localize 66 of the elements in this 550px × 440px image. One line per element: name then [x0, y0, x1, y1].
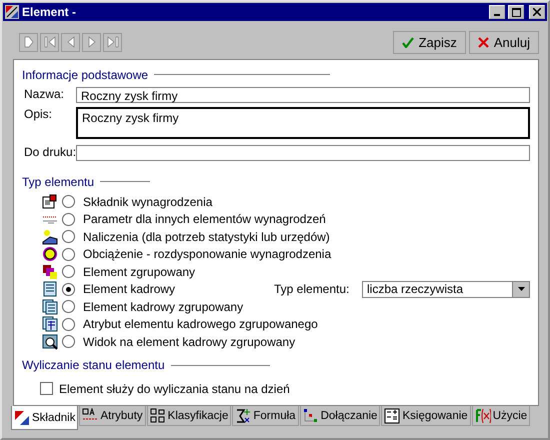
radio-button[interactable] — [62, 212, 75, 226]
radio-label[interactable]: Widok na element kadrowy zgrupowany — [83, 334, 530, 349]
tab[interactable]: Dołączanie — [300, 406, 380, 426]
close-icon — [533, 8, 541, 16]
radio-button[interactable] — [62, 265, 75, 278]
checkbox[interactable] — [40, 382, 53, 395]
maximize-icon — [512, 8, 520, 16]
element-type-icon — [42, 298, 58, 315]
radio-button[interactable] — [62, 195, 75, 208]
checkbox-label[interactable]: Element służy do wyliczania stanu na dzień — [59, 382, 290, 396]
radio-button[interactable] — [62, 335, 75, 348]
app-icon — [5, 5, 19, 19]
tab-icon — [302, 408, 319, 424]
cross-icon — [478, 36, 489, 48]
element-type-icon — [42, 334, 58, 350]
cancel-button[interactable]: Anuluj — [468, 30, 539, 54]
radio-label[interactable]: Element kadrowy zgrupowany — [83, 300, 530, 314]
nav-arrow-icon — [104, 34, 120, 50]
maximize-button[interactable] — [508, 5, 524, 19]
field-label: Typ elementu: — [274, 282, 350, 296]
element-type-icon — [42, 194, 58, 210]
tab[interactable]: Klasyfikacje — [146, 406, 232, 426]
tab-icon — [474, 408, 491, 424]
radio-label[interactable]: Składnik wynagrodzenia — [83, 194, 530, 209]
minimize-button[interactable] — [489, 5, 505, 19]
close-button[interactable] — [529, 5, 545, 19]
radio-label[interactable]: Naliczenia (dla potrzeb statystyki lub urzędów) — [83, 230, 530, 244]
print-name-field[interactable] — [76, 145, 530, 161]
radio-button[interactable] — [62, 282, 75, 296]
section-heading: Informacje podstawowe — [22, 68, 148, 82]
dropdown-arrow-icon — [518, 287, 524, 292]
radio-label[interactable]: Atrybut elementu kadrowego zgrupowanego — [83, 317, 530, 332]
tab[interactable]: Księgowanie — [381, 406, 471, 426]
save-button[interactable]: Zapisz — [392, 30, 466, 54]
element-type-icon — [42, 246, 58, 262]
tab-icon — [150, 408, 166, 424]
checkmark-icon — [402, 36, 414, 48]
element-type-icon — [42, 281, 58, 298]
nav-arrow-icon — [42, 34, 58, 50]
element-type-icon — [42, 316, 58, 332]
element-type-icon — [42, 264, 58, 280]
window-title: Element - — [22, 5, 78, 19]
tab-icon — [384, 408, 400, 424]
section-heading: Wyliczanie stanu elementu — [22, 358, 165, 372]
radio-label[interactable]: Element zgrupowany — [83, 264, 530, 279]
tab-icon — [235, 408, 252, 424]
tab[interactable]: Atrybuty — [79, 406, 146, 426]
radio-label[interactable]: Obciążenie - rozdysponowanie wynagrodzenia — [83, 247, 530, 262]
tab[interactable]: Formuła — [232, 406, 299, 426]
radio-button[interactable] — [62, 230, 75, 244]
tab[interactable]: Użycie — [472, 406, 530, 426]
type-dropdown[interactable]: liczba rzeczywista — [362, 280, 530, 298]
element-type-icon — [42, 228, 58, 245]
description-field[interactable]: Roczny zysk firmy — [76, 107, 530, 139]
name-field[interactable]: Roczny zysk firmy — [76, 87, 530, 103]
radio-label[interactable]: Element kadrowy — [83, 282, 270, 296]
radio-label[interactable]: Parametr dla innych elementów wynagrodzeń — [83, 212, 530, 226]
radio-button[interactable] — [62, 318, 75, 331]
tab-icon — [14, 410, 30, 426]
tab[interactable]: Składnik — [11, 406, 78, 430]
field-label: Opis: — [24, 107, 54, 123]
radio-button[interactable] — [62, 300, 75, 314]
field-label: Do druku: — [24, 145, 76, 161]
field-label: Nazwa: — [24, 87, 66, 103]
section-heading: Typ elementu — [22, 174, 94, 188]
radio-button[interactable] — [62, 248, 75, 261]
